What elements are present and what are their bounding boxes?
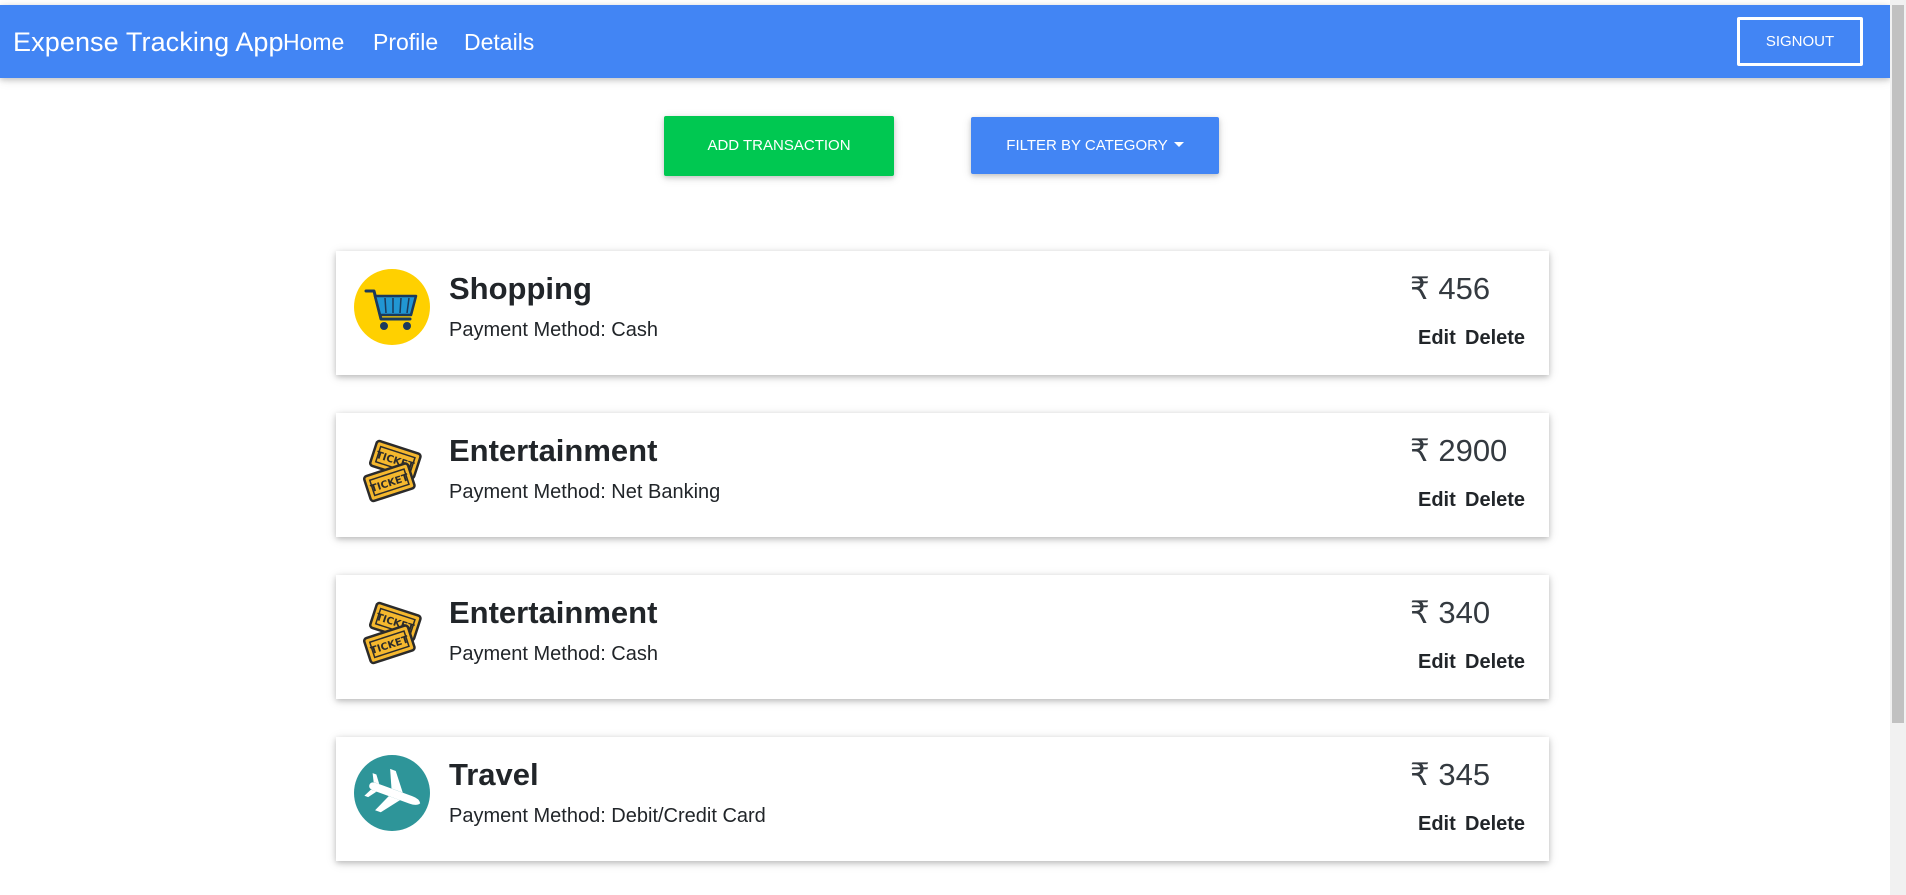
transaction-amount: ₹ 340 <box>1410 595 1491 630</box>
caret-down-icon <box>1173 142 1184 147</box>
edit-button[interactable]: Edit <box>1418 813 1456 836</box>
transaction-category: Travel <box>449 757 539 792</box>
nav-home-link[interactable]: Home <box>283 29 344 56</box>
vertical-scrollbar[interactable] <box>1890 0 1906 895</box>
transaction-amount: ₹ 345 <box>1410 757 1491 792</box>
nav-details-link[interactable]: Details <box>464 29 534 56</box>
airplane-icon <box>354 755 430 831</box>
tickets-icon: TICKET TICKET <box>362 601 422 665</box>
add-transaction-button[interactable]: ADD TRANSACTION <box>664 116 894 176</box>
delete-button[interactable]: Delete <box>1465 651 1525 674</box>
navbar: Expense Tracking App Home Profile Detail… <box>0 5 1890 78</box>
delete-button[interactable]: Delete <box>1465 813 1525 836</box>
transaction-category: Entertainment <box>449 595 658 630</box>
edit-button[interactable]: Edit <box>1418 327 1456 350</box>
payment-method: Payment Method: Net Banking <box>449 481 721 503</box>
tickets-icon: TICKET TICKET <box>362 439 422 503</box>
delete-button[interactable]: Delete <box>1465 489 1525 512</box>
transaction-card: TICKET TICKET Entertainment Payment Meth… <box>336 413 1549 537</box>
transaction-amount: ₹ 456 <box>1410 271 1491 306</box>
transaction-category: Shopping <box>449 271 592 306</box>
payment-method: Payment Method: Cash <box>449 319 658 341</box>
app-brand[interactable]: Expense Tracking App <box>13 27 284 58</box>
payment-method: Payment Method: Cash <box>449 643 658 665</box>
edit-button[interactable]: Edit <box>1418 489 1456 512</box>
scrollbar-thumb[interactable] <box>1892 5 1904 723</box>
transaction-amount: ₹ 2900 <box>1410 433 1508 468</box>
transaction-card: Shopping Payment Method: Cash ₹ 456 Edit… <box>336 251 1549 375</box>
transaction-category: Entertainment <box>449 433 658 468</box>
payment-method: Payment Method: Debit/Credit Card <box>449 805 766 827</box>
edit-button[interactable]: Edit <box>1418 651 1456 674</box>
filter-by-category-label: FILTER BY CATEGORY <box>1006 137 1168 154</box>
transaction-card: Travel Payment Method: Debit/Credit Card… <box>336 737 1549 861</box>
filter-by-category-dropdown[interactable]: FILTER BY CATEGORY <box>971 117 1219 174</box>
transaction-card: TICKET TICKET Entertainment Payment Meth… <box>336 575 1549 699</box>
shopping-cart-icon <box>354 269 430 345</box>
nav-profile-link[interactable]: Profile <box>373 29 438 56</box>
delete-button[interactable]: Delete <box>1465 327 1525 350</box>
add-transaction-label: ADD TRANSACTION <box>707 137 851 154</box>
signout-button[interactable]: SIGNOUT <box>1737 17 1863 66</box>
